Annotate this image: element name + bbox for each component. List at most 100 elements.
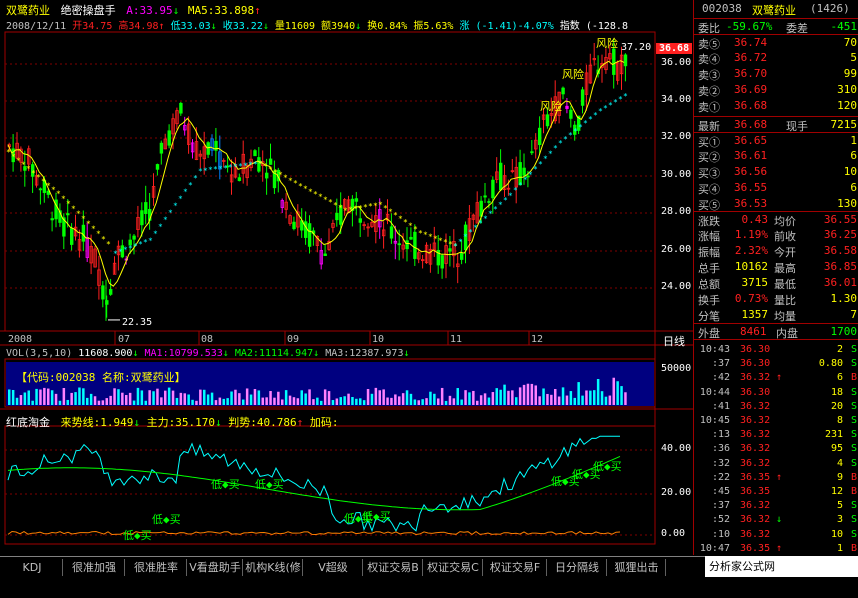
tick-row[interactable]: :10 36.32 10 S <box>694 528 858 543</box>
bid-row: 买③ 36.56 10 <box>694 164 858 180</box>
candle-body <box>522 167 526 176</box>
candle-body <box>50 218 54 221</box>
volume-bar <box>242 399 245 405</box>
tab-4[interactable]: V看盘助手 <box>188 559 243 576</box>
tick-row[interactable]: :52 36.32 ↓ 3 S <box>694 513 858 528</box>
candle-body <box>612 48 616 75</box>
volume-bar <box>89 393 93 405</box>
tab-7[interactable]: 权证交易B <box>364 559 423 576</box>
tab-1[interactable]: KDJ <box>2 559 63 576</box>
stat-value: 0.73% <box>734 292 768 305</box>
volume-bar <box>554 389 557 405</box>
indicator-y-label: 20.00 <box>661 487 692 498</box>
tick-row[interactable]: 10:43 36.30 2 S <box>694 343 858 358</box>
tick-volume: 3 <box>836 514 843 526</box>
tick-row[interactable]: :13 36.32 231 S <box>694 428 858 443</box>
tab-10[interactable]: 日分隔线 <box>548 559 607 576</box>
tab-8[interactable]: 权证交易C <box>424 559 483 576</box>
candle-body <box>498 162 503 191</box>
candle-body <box>354 198 359 202</box>
trend-value: 来势线:1.949 <box>60 416 134 429</box>
stat-value: 10162 <box>734 260 768 273</box>
volume-bar <box>179 392 183 405</box>
outer-label: 外盘 <box>698 327 720 340</box>
low-arrow: ↓ <box>210 21 217 32</box>
volume-bar <box>573 397 576 405</box>
ask-label: 卖④ <box>698 53 720 66</box>
tick-row[interactable]: :42 36.32 ↑ 6 B <box>694 371 858 386</box>
turnover-label: 换0.84% <box>367 21 408 32</box>
tick-side: S <box>850 514 857 526</box>
volume-bar <box>148 390 151 405</box>
tick-side: S <box>850 358 857 370</box>
open-label: 开34.75 <box>72 21 113 32</box>
volume-bar <box>460 399 463 405</box>
volume-bar <box>409 393 413 405</box>
volume-bar <box>479 395 483 405</box>
tick-side: S <box>850 344 857 355</box>
volume-bar <box>152 391 155 405</box>
stat-label: 换手 <box>698 294 720 307</box>
tick-price: 36.30 <box>740 358 771 370</box>
indicator-y-label: 40.00 <box>661 443 692 454</box>
tick-side: B <box>850 471 857 483</box>
tab-5[interactable]: 机构K线(修 <box>244 559 303 576</box>
tab-6[interactable]: V超级MACD <box>304 559 363 576</box>
ask-row: 卖② 36.69 310 <box>694 82 858 98</box>
tick-arrow: ↑ <box>776 542 783 554</box>
tick-row[interactable]: :32 36.32 4 S <box>694 457 858 472</box>
volume-bar <box>245 388 249 405</box>
weibi-value: -59.67% <box>726 20 773 33</box>
ask-row: 卖③ 36.70 99 <box>694 66 858 82</box>
volume-bar <box>304 393 307 405</box>
volume-bar <box>394 394 397 405</box>
tick-row[interactable]: :37 36.30 0.80 S <box>694 357 858 372</box>
candle-body <box>397 243 401 246</box>
tab-2[interactable]: 很准加强 <box>64 559 125 576</box>
tick-side: S <box>850 429 857 441</box>
tick-row[interactable]: :41 36.32 20 S <box>694 400 858 415</box>
tick-time: :52 <box>711 514 730 526</box>
candle-body <box>538 127 542 146</box>
tick-row[interactable]: :37 36.32 5 S <box>694 499 858 514</box>
low-annotation: 22.35 <box>122 317 153 328</box>
tick-row[interactable]: :45 36.35 12 B <box>694 485 858 500</box>
tick-row[interactable]: 10:47 36.35 ↑ 1 B <box>694 542 858 557</box>
volume-bar <box>491 392 495 405</box>
volume-bar <box>238 393 241 405</box>
tick-row[interactable]: 10:44 36.30 18 S <box>694 386 858 401</box>
volume-bar <box>74 392 77 405</box>
ask-volume: 5 <box>850 51 857 64</box>
candle-body <box>440 255 444 269</box>
risk-label: 风险 <box>540 100 562 113</box>
candle-body <box>483 195 487 198</box>
tick-time: :10 <box>711 528 730 540</box>
volume-bar <box>175 397 179 405</box>
bid-volume: 6 <box>850 149 857 162</box>
volume-bar <box>269 391 272 405</box>
tick-time: :36 <box>711 443 730 455</box>
volume-bar <box>11 389 15 405</box>
bid-price: 36.65 <box>734 134 768 147</box>
volume-bar <box>351 397 354 405</box>
period-label[interactable]: 日线 <box>663 333 685 349</box>
tick-volume: 0.80 <box>818 358 843 370</box>
tick-side: S <box>850 400 857 412</box>
quote-board: (1426) <box>810 2 850 15</box>
tick-row[interactable]: 10:45 36.32 8 S <box>694 414 858 429</box>
low-label: 低33.03 <box>170 21 211 32</box>
volume-bar <box>401 393 405 405</box>
tick-volume: 12 <box>830 486 843 497</box>
tab-11[interactable]: 狐狸出击 <box>608 559 666 576</box>
main-chart-header: 双鹭药业 绝密操盘手 A:33.95↓ MA5:33.898↑ <box>6 2 261 18</box>
volume-bar <box>421 399 424 405</box>
volume-bar <box>234 389 237 405</box>
tick-row[interactable]: :22 36.35 ↑ 9 B <box>694 471 858 486</box>
ask-price: 36.74 <box>734 36 768 49</box>
bid-volume: 130 <box>837 197 857 210</box>
tick-row[interactable]: :36 36.32 95 S <box>694 442 858 457</box>
tab-3[interactable]: 很准胜率 <box>126 559 187 576</box>
tick-time: :42 <box>711 372 730 384</box>
candle-body <box>405 240 409 250</box>
tab-9[interactable]: 权证交易F <box>484 559 547 576</box>
